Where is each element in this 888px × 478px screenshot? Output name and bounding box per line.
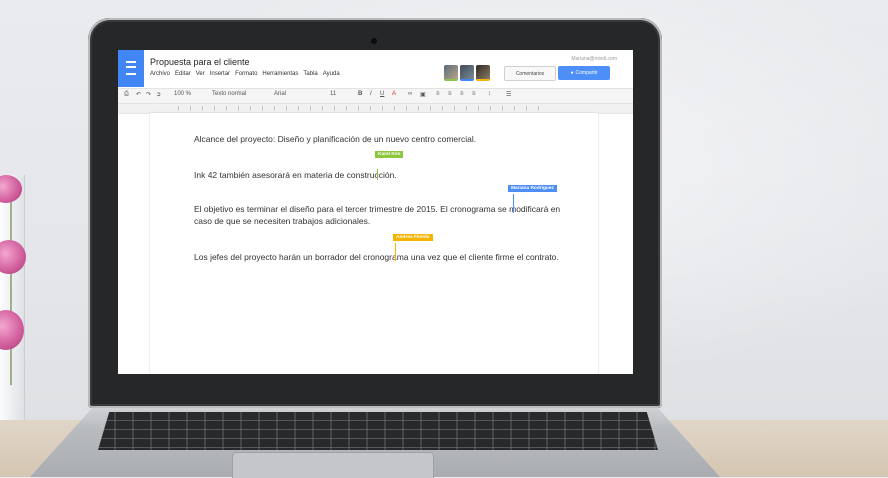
collaborator-cursor xyxy=(395,243,396,261)
align-right-icon[interactable]: ≡ xyxy=(460,91,464,97)
list-icon[interactable]: ☰ xyxy=(506,91,511,98)
collaborator-cursor xyxy=(377,169,378,180)
flower-stem xyxy=(10,195,12,385)
ruler-ticks xyxy=(178,106,548,111)
webcam xyxy=(371,38,377,44)
zoom-select[interactable]: 100 % xyxy=(174,91,191,97)
menu-herramientas[interactable]: Herramientas xyxy=(262,71,298,77)
docs-window: Propuesta para el cliente Mariana@mixdi.… xyxy=(118,50,633,374)
laptop-trackpad xyxy=(232,452,434,478)
line-spacing-icon[interactable]: ↕ xyxy=(488,91,491,97)
avatar[interactable] xyxy=(444,65,458,81)
font-select[interactable]: Arial xyxy=(274,91,286,97)
document-title[interactable]: Propuesta para el cliente xyxy=(150,57,250,67)
bold-icon[interactable]: B xyxy=(358,91,362,97)
paragraph-construction[interactable]: Ink 42 también asesorará en materia de c… xyxy=(194,169,564,181)
person-icon: ● xyxy=(570,70,574,76)
align-justify-icon[interactable]: ≡ xyxy=(472,91,476,97)
paragraph-objective[interactable]: El objetivo es terminar el diseño para e… xyxy=(194,203,564,227)
print-icon[interactable]: ⎙ xyxy=(124,91,129,98)
formatting-toolbar: ⎙ ↶ ↷ ➲ 100 % Texto normal Arial 11 B I … xyxy=(118,88,633,104)
menu-insertar[interactable]: Insertar xyxy=(210,71,230,77)
menu-bar: Archivo Editar Ver Insertar Formato Herr… xyxy=(150,71,340,77)
collaborator-avatars xyxy=(444,65,490,81)
font-size-select[interactable]: 11 xyxy=(330,91,336,97)
account-email[interactable]: Mariana@mixdi.com xyxy=(571,56,617,62)
align-center-icon[interactable]: ≡ xyxy=(448,91,452,97)
flower-vase xyxy=(0,175,26,420)
italic-icon[interactable]: I xyxy=(370,91,372,97)
menu-archivo[interactable]: Archivo xyxy=(150,71,170,77)
docs-logo-icon[interactable] xyxy=(118,50,144,87)
underline-icon[interactable]: U xyxy=(380,91,384,97)
menu-formato[interactable]: Formato xyxy=(235,71,257,77)
link-icon[interactable]: ∞ xyxy=(408,91,412,97)
avatar[interactable] xyxy=(476,65,490,81)
undo-icon[interactable]: ↶ xyxy=(136,91,141,98)
comments-button[interactable]: Comentarios xyxy=(504,66,556,81)
redo-icon[interactable]: ↷ xyxy=(146,91,151,98)
share-label: Compartir xyxy=(575,70,598,76)
orchid-flower xyxy=(0,175,22,203)
avatar[interactable] xyxy=(460,65,474,81)
paragraph-scope[interactable]: Alcance del proyecto: Diseño y planifica… xyxy=(194,133,564,145)
menu-ver[interactable]: Ver xyxy=(196,71,205,77)
align-left-icon[interactable]: ≡ xyxy=(436,91,440,97)
style-select[interactable]: Texto normal xyxy=(212,91,246,97)
keyboard-rows xyxy=(98,412,658,450)
orchid-flower xyxy=(0,310,24,350)
text-color-icon[interactable]: A xyxy=(392,91,396,97)
comment-icon[interactable]: ▣ xyxy=(420,91,426,98)
menu-tabla[interactable]: Tabla xyxy=(303,71,317,77)
orchid-flower xyxy=(0,240,26,274)
collaborator-cursor xyxy=(513,194,514,213)
collaborator-cursor-label: Karel Kim xyxy=(375,151,404,158)
share-button[interactable]: ● Compartir xyxy=(558,66,610,80)
menu-editar[interactable]: Editar xyxy=(175,71,191,77)
collaborator-cursor-label: Mariana Rodríguez xyxy=(508,185,557,192)
paint-format-icon[interactable]: ➲ xyxy=(156,91,161,98)
collaborator-cursor-label: Andrea Flombi xyxy=(393,234,433,241)
menu-ayuda[interactable]: Ayuda xyxy=(323,71,340,77)
paragraph-schedule[interactable]: Los jefes del proyecto harán un borrador… xyxy=(194,251,564,263)
document-page[interactable]: Alcance del proyecto: Diseño y planifica… xyxy=(150,113,598,374)
